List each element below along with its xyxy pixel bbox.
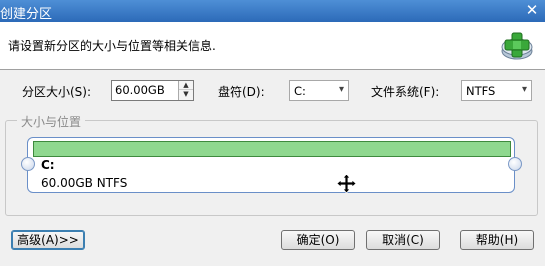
help-button[interactable]: 帮助(H) xyxy=(460,230,534,250)
size-stepper[interactable]: 60.00GB ▲ ▼ xyxy=(111,80,194,101)
size-value[interactable]: 60.00GB xyxy=(115,83,165,97)
partition-drive-letter: C: xyxy=(41,158,55,172)
resize-handle-right[interactable] xyxy=(508,157,522,171)
header-banner: 请设置新分区的大小与位置等相关信息. xyxy=(0,22,545,70)
close-icon[interactable]: ✕ xyxy=(523,1,541,19)
filesystem-select[interactable]: NTFS ▾ xyxy=(461,80,532,101)
resize-handle-left[interactable] xyxy=(21,157,35,171)
stepper-up-icon[interactable]: ▲ xyxy=(179,81,193,90)
title-bar: 创建分区 ✕ xyxy=(0,0,545,22)
stepper-down-icon[interactable]: ▼ xyxy=(179,90,193,99)
drive-value: C: xyxy=(294,84,306,98)
drive-select[interactable]: C: ▾ xyxy=(289,80,349,101)
ok-button[interactable]: 确定(O) xyxy=(281,230,355,250)
cancel-button[interactable]: 取消(C) xyxy=(366,230,440,250)
filesystem-label: 文件系统(F): xyxy=(371,85,440,99)
group-label: 大小与位置 xyxy=(17,113,86,130)
move-cursor-icon xyxy=(337,174,356,193)
dialog-description: 请设置新分区的大小与位置等相关信息. xyxy=(8,39,216,53)
filesystem-value: NTFS xyxy=(466,84,496,98)
size-label: 分区大小(S): xyxy=(22,85,92,99)
size-stepper-buttons[interactable]: ▲ ▼ xyxy=(178,81,193,100)
chevron-down-icon: ▾ xyxy=(521,84,527,95)
add-partition-icon xyxy=(501,32,533,60)
partition-usage-bar xyxy=(33,141,511,157)
partition-info: 60.00GB NTFS xyxy=(41,176,128,190)
window-title: 创建分区 xyxy=(0,7,53,22)
drive-label: 盘符(D): xyxy=(218,85,265,99)
chevron-down-icon: ▾ xyxy=(338,84,344,95)
advanced-button[interactable]: 高级(A)>> xyxy=(11,230,85,250)
partition-block[interactable]: C: 60.00GB NTFS xyxy=(27,137,515,193)
